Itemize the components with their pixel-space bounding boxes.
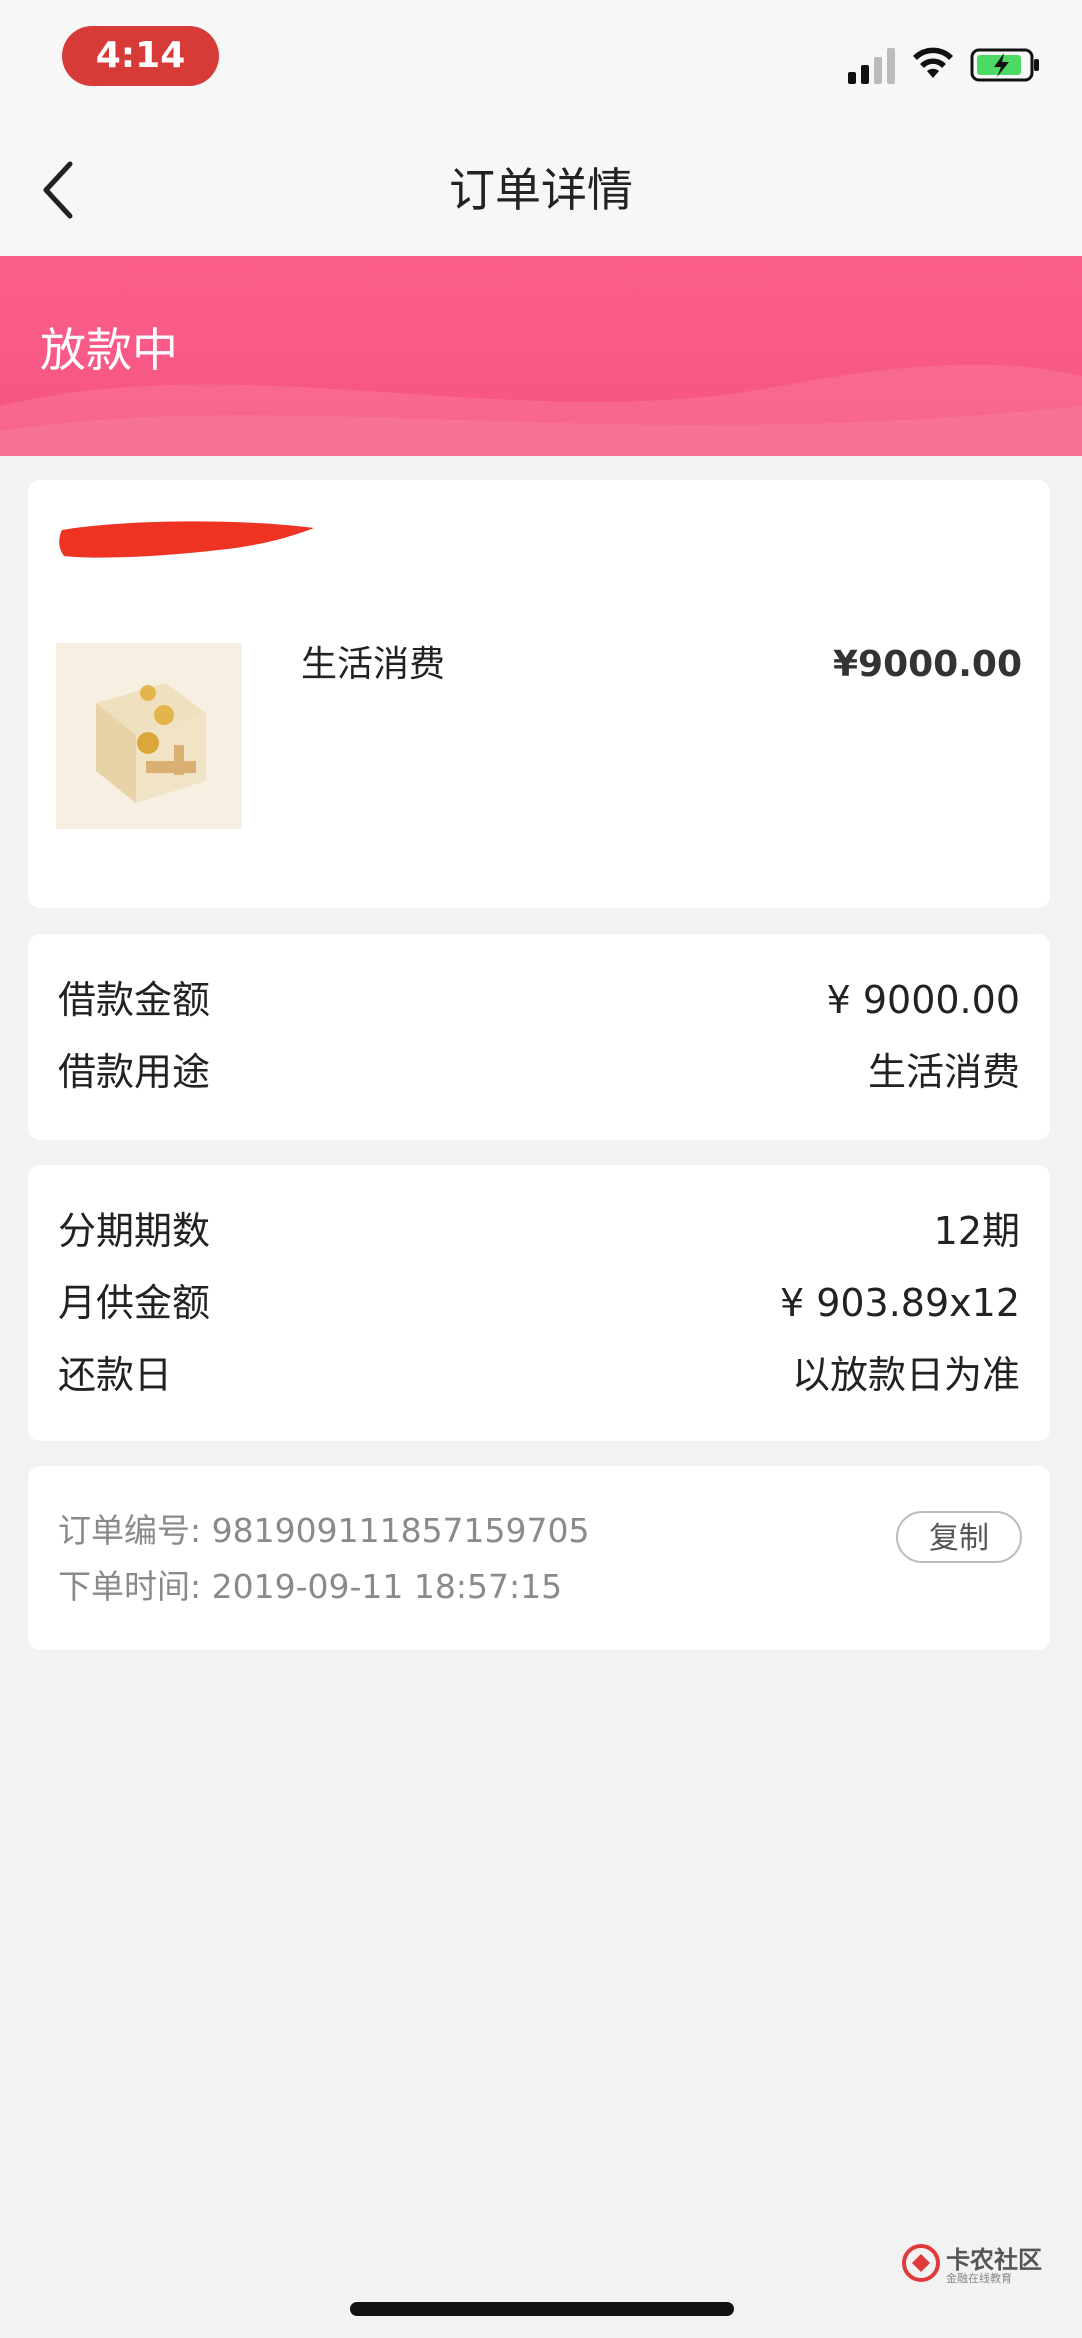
row-label: 还款日 [58,1353,173,1397]
product-card: 生活消费 ¥9000.00 [28,480,1050,908]
status-bar: 4:14 [0,0,1082,110]
watermark-subtitle: 金融在线教育 [946,2272,1012,2285]
page-title: 订单详情 [449,163,633,217]
battery-charging-icon [970,48,1039,82]
loan-purpose-row: 借款用途 生活消费 [58,1042,1020,1102]
product-name: 生活消费 [301,644,446,685]
loan-amount-row: 借款金额 ¥ 9000.00 [58,970,1020,1030]
signal-icon [848,48,895,84]
row-value: 以放款日为准 [791,1353,1020,1397]
status-banner: 放款中 [0,256,1082,456]
row-value: 生活消费 [867,1050,1020,1094]
product-thumbnail [56,643,242,829]
wifi-icon [913,47,953,78]
row-label: 借款用途 [58,1050,211,1094]
nav-bar: 订单详情 [0,110,1082,256]
row-value: 12期 [933,1209,1020,1253]
installment-count-row: 分期期数 12期 [58,1201,1020,1261]
monthly-payment-row: 月供金额 ¥ 903.89x12 [58,1273,1020,1333]
loan-status-text: 放款中 [40,323,178,377]
installment-card: 分期期数 12期 月供金额 ¥ 903.89x12 还款日 以放款日为准 [28,1165,1050,1441]
row-value: ¥ 903.89x12 [779,1281,1020,1325]
product-price: ¥9000.00 [832,644,1022,685]
coin-box-icon [96,683,206,803]
repayment-day-row: 还款日 以放款日为准 [58,1345,1020,1405]
watermark-logo-icon [902,2244,940,2282]
order-info-card: 订单编号: 981909111857159705 下单时间: 2019-09-1… [28,1466,1050,1650]
row-label: 借款金额 [58,978,211,1022]
row-value: ¥ 9000.00 [826,978,1020,1022]
order-number: 订单编号: 981909111857159705 [58,1511,590,1550]
home-indicator[interactable] [350,2302,734,2316]
loan-info-card: 借款金额 ¥ 9000.00 借款用途 生活消费 [28,934,1050,1140]
redacted-mark [59,521,314,558]
order-time: 下单时间: 2019-09-11 18:57:15 [58,1567,563,1606]
status-time: 4:14 [62,26,219,86]
copy-button[interactable]: 复制 [896,1511,1022,1563]
row-label: 分期期数 [58,1209,211,1253]
row-label: 月供金额 [58,1281,211,1325]
community-watermark: 卡农社区 金融在线教育 [902,2240,1072,2290]
